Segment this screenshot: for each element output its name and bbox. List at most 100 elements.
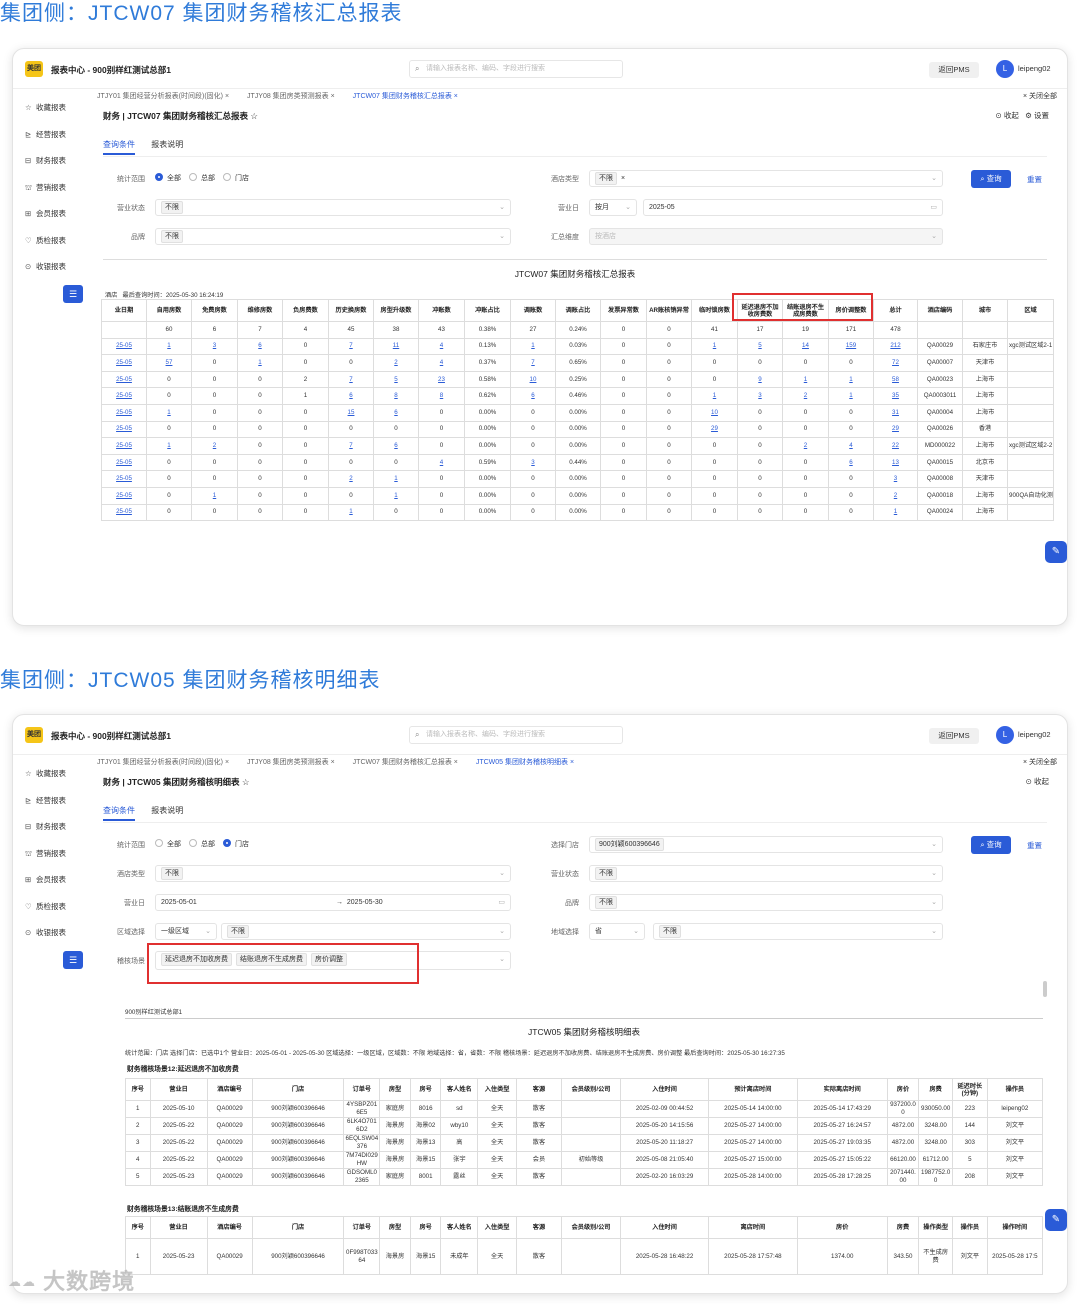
sidebar-item-finance[interactable]: ⊟ 财务报表 <box>13 148 89 175</box>
back-to-pms-button[interactable]: 返回PMS <box>929 728 979 744</box>
table-cell[interactable]: 1 <box>373 470 419 488</box>
column-header[interactable]: 房号 <box>409 1216 442 1239</box>
column-header[interactable]: 免费房数 <box>191 299 238 322</box>
region-select[interactable]: 不限 ⌄ <box>221 923 511 940</box>
table-cell[interactable]: 2 <box>782 387 829 405</box>
geo-select[interactable]: 不限 ⌄ <box>653 923 943 940</box>
column-header[interactable]: 客人姓名 <box>440 1078 479 1101</box>
column-header[interactable]: 操作员 <box>986 1078 1044 1101</box>
close-all-button[interactable]: × 关闭全部 <box>1023 755 1057 771</box>
table-cell[interactable]: 7 <box>328 337 374 356</box>
table-cell[interactable]: 72 <box>873 354 918 372</box>
collapse-button[interactable]: ⊙ 收起 <box>996 111 1019 120</box>
table-cell[interactable]: 31 <box>873 403 918 422</box>
brand-select[interactable]: 不限 ⌄ <box>155 228 511 245</box>
table-cell[interactable]: 29 <box>691 420 738 439</box>
table-cell[interactable]: 1 <box>146 337 192 356</box>
column-header[interactable]: 业日期 <box>101 299 147 322</box>
column-header[interactable]: 客源 <box>516 1216 562 1239</box>
tab-jtjy01[interactable]: JTJY01 集团经营分析报表(时间段)(固化) × <box>97 89 229 105</box>
sidebar-item-quality[interactable]: ♡ 质检报表 <box>13 894 89 921</box>
column-header[interactable]: 房型升级数 <box>373 299 419 322</box>
column-header[interactable]: 酒店编码 <box>917 299 963 322</box>
table-cell[interactable]: 8 <box>373 387 419 405</box>
table-cell[interactable]: 35 <box>873 387 918 405</box>
table-cell[interactable]: 2 <box>873 486 918 505</box>
search-input[interactable]: ⌕ 请输入报表名称、编码、字段进行搜索 <box>409 60 623 78</box>
table-cell[interactable]: 4 <box>828 437 874 455</box>
column-header[interactable]: 预计离店时间 <box>707 1078 798 1101</box>
sidebar-item-favorites[interactable]: ☆ 收藏报表 <box>13 95 89 122</box>
column-header[interactable]: 冲账占比 <box>464 299 511 322</box>
column-header[interactable]: 房型 <box>379 1216 411 1239</box>
column-header[interactable]: 客源 <box>516 1078 562 1101</box>
sidebar-item-quality[interactable]: ♡ 质检报表 <box>13 228 89 255</box>
table-cell[interactable]: 3 <box>873 470 918 488</box>
table-cell[interactable]: 29 <box>873 420 918 439</box>
status-select[interactable]: 不限 ⌄ <box>589 865 943 882</box>
column-header[interactable]: 酒店编号 <box>206 1078 253 1101</box>
column-header[interactable]: 历史换房数 <box>328 299 374 322</box>
table-cell[interactable]: 10 <box>510 370 556 389</box>
table-cell[interactable]: 11 <box>373 337 419 356</box>
table-cell[interactable]: 1 <box>691 387 738 405</box>
column-header[interactable]: 操作类型 <box>918 1216 953 1239</box>
table-cell[interactable]: 3 <box>737 387 783 405</box>
status-select[interactable]: 不限 ⌄ <box>155 199 511 216</box>
table-cell[interactable]: 13 <box>873 453 918 472</box>
tab-jtcw07[interactable]: JTCW07 集团财务稽核汇总报表 × <box>353 89 458 105</box>
avatar[interactable]: L <box>996 60 1014 78</box>
column-header[interactable]: 订单号 <box>343 1216 381 1239</box>
table-cell[interactable]: 1 <box>146 403 192 422</box>
column-header[interactable]: 入住时间 <box>620 1216 709 1239</box>
hotel-select[interactable]: 900刘颖600396646 ⌄ <box>589 836 943 853</box>
column-header[interactable]: 营业日 <box>149 1216 208 1239</box>
table-cell[interactable]: 14 <box>782 337 829 356</box>
table-cell[interactable]: 2 <box>191 437 238 455</box>
hotel-type-select[interactable]: 不限 ⌄ <box>155 865 511 882</box>
table-cell[interactable]: 3 <box>510 453 556 472</box>
tab-report-description[interactable]: 报表说明 <box>151 139 183 153</box>
geo-level-select[interactable]: 省 ⌄ <box>589 923 645 940</box>
table-cell[interactable]: 6 <box>373 403 419 422</box>
column-header[interactable]: 房费 <box>886 1216 920 1239</box>
table-cell[interactable]: 7 <box>328 437 374 455</box>
close-all-button[interactable]: × 关闭全部 <box>1023 89 1057 105</box>
scope-radio-group[interactable]: 全部 总部 门店 <box>147 839 249 849</box>
username[interactable]: leipeng02 <box>1018 730 1051 739</box>
table-cell[interactable]: 4 <box>418 453 465 472</box>
column-header[interactable]: 实际离店时间 <box>796 1078 888 1101</box>
dimension-select[interactable]: 按酒店 ⌄ <box>589 228 943 245</box>
column-header[interactable]: 操作员 <box>951 1216 988 1239</box>
column-header[interactable]: 区域 <box>1007 299 1054 322</box>
table-cell[interactable]: 1 <box>328 503 374 522</box>
column-header[interactable]: 延迟时长(分钟) <box>951 1078 988 1101</box>
table-cell[interactable]: 4 <box>418 354 465 372</box>
sidebar-item-operations[interactable]: ⊵ 经营报表 <box>13 788 89 815</box>
table-cell[interactable]: 6 <box>510 387 556 405</box>
column-header[interactable]: 房费 <box>918 1078 953 1101</box>
table-cell[interactable]: 25-05 <box>101 387 147 405</box>
table-cell[interactable]: 9 <box>737 370 783 389</box>
hotel-type-select[interactable]: 不限 × ⌄ <box>589 170 943 187</box>
bizday-month-picker[interactable]: 2025-05 ▭ <box>643 199 943 216</box>
table-cell[interactable]: 1 <box>691 337 738 356</box>
column-header[interactable]: 调账占比 <box>555 299 601 322</box>
table-cell[interactable]: 25-05 <box>101 370 147 389</box>
column-header[interactable]: 操作时间 <box>986 1216 1044 1239</box>
column-header[interactable]: 门店 <box>251 1216 345 1239</box>
table-cell[interactable]: 22 <box>873 437 918 455</box>
tab-jtjy08[interactable]: JTJY08 集团房类预测报表 × <box>247 755 335 771</box>
table-cell[interactable]: 1 <box>828 370 874 389</box>
table-cell[interactable]: 5 <box>737 337 783 356</box>
query-button[interactable]: ⌕ 查询 <box>971 170 1011 188</box>
table-cell[interactable]: 1 <box>828 387 874 405</box>
table-cell[interactable]: 25-05 <box>101 403 147 422</box>
sidebar-item-favorites[interactable]: ☆ 收藏报表 <box>13 761 89 788</box>
collapse-menu-icon[interactable]: ☰ <box>63 951 83 969</box>
search-input[interactable]: ⌕ 请输入报表名称、编码、字段进行搜索 <box>409 726 623 744</box>
column-header[interactable]: 入住类型 <box>477 1216 518 1239</box>
collapse-button[interactable]: ⊙ 收起 <box>1026 777 1049 786</box>
sidebar-item-marketing[interactable]: ⛫ 营销报表 <box>13 841 89 868</box>
column-header[interactable]: 临时锁房数 <box>691 299 738 322</box>
